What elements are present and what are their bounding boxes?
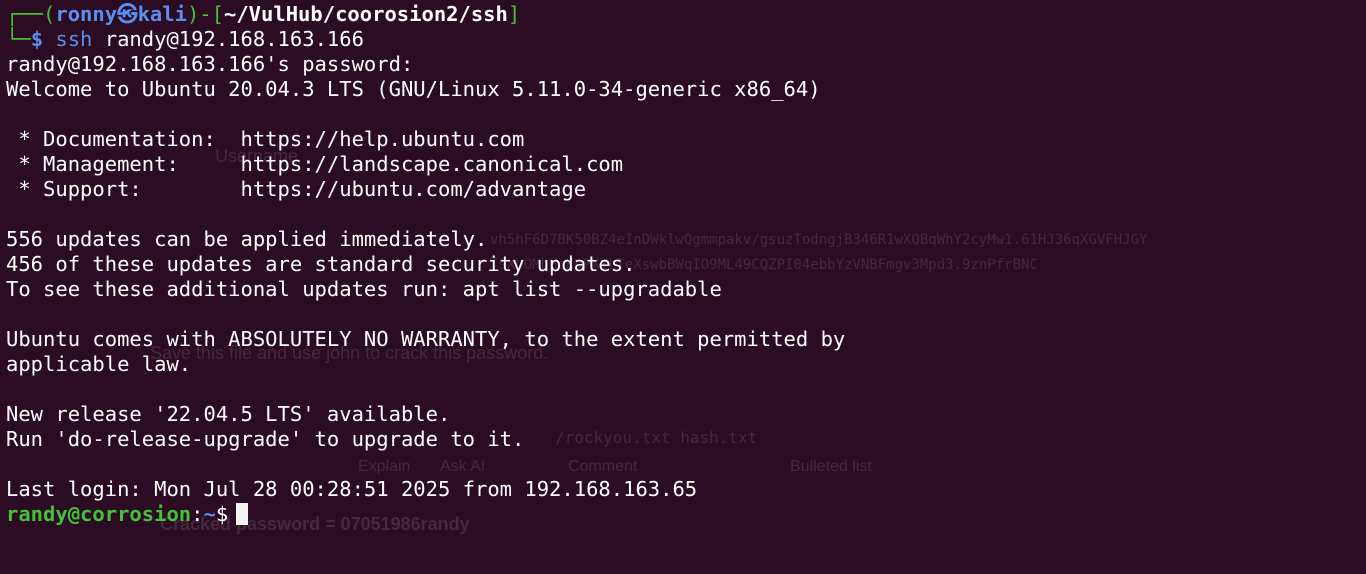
doc-line: * Documentation: https://help.ubuntu.com — [6, 127, 525, 151]
ssh-command: ssh — [55, 27, 93, 51]
kali-prompt-header: ┌──(ronny㉿kali)-[~/VulHub/coorosion2/ssh… — [6, 2, 521, 26]
terminal-output: ┌──(ronny㉿kali)-[~/VulHub/coorosion2/ssh… — [6, 2, 845, 527]
text-cursor[interactable] — [236, 503, 249, 525]
prompt-path: ~/VulHub/coorosion2/ssh — [224, 2, 508, 26]
ssh-command-line: └─$ ssh randy@192.168.163.166 — [6, 27, 364, 51]
updates-line-1: 556 updates can be applied immediately. — [6, 227, 488, 251]
warranty-line-1: Ubuntu comes with ABSOLUTELY NO WARRANTY… — [6, 327, 846, 351]
support-line: * Support: https://ubuntu.com/advantage — [6, 177, 587, 201]
last-login-line: Last login: Mon Jul 28 00:28:51 2025 fro… — [6, 477, 698, 501]
warranty-line-2: applicable law. — [6, 352, 192, 376]
prompt-skull-icon: ㉿ — [117, 2, 138, 26]
release-line-1: New release '22.04.5 LTS' available. — [6, 402, 451, 426]
management-line: * Management: https://landscape.canonica… — [6, 152, 624, 176]
password-prompt: randy@192.168.163.166's password: — [6, 52, 414, 76]
updates-line-3: To see these additional updates run: apt… — [6, 277, 722, 301]
release-line-2: Run 'do-release-upgrade' to upgrade to i… — [6, 427, 525, 451]
welcome-line: Welcome to Ubuntu 20.04.3 LTS (GNU/Linux… — [6, 77, 821, 101]
remote-symbol: $ — [215, 502, 229, 526]
ssh-target: randy@192.168.163.166 — [92, 27, 364, 51]
updates-line-2: 456 of these updates are standard securi… — [6, 252, 636, 276]
terminal-window[interactable]: Username vh5hF6D7BK50BZ4eInDWklwQgmmpakv… — [0, 0, 1366, 574]
remote-path: ~ — [203, 502, 216, 526]
remote-userhost: randy@corrosion — [6, 502, 192, 526]
prompt-host: kali — [137, 2, 187, 26]
remote-prompt[interactable]: randy@corrosion:~$ — [6, 502, 845, 527]
prompt-user: ronny — [55, 2, 118, 26]
